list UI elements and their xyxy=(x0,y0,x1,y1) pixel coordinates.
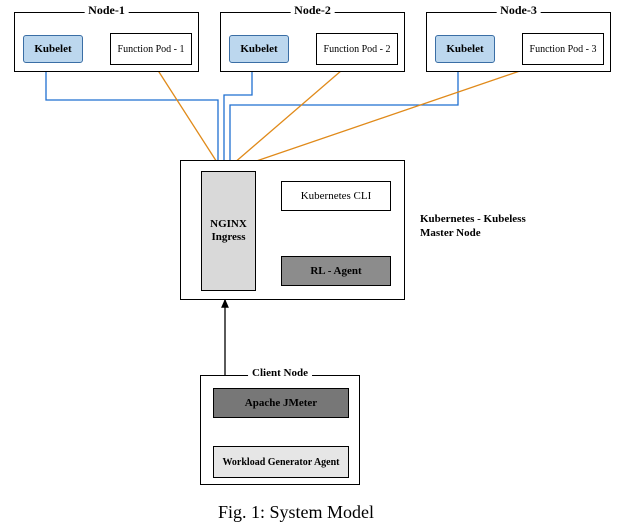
function-pod-box: Function Pod - 1 xyxy=(110,33,192,65)
client-node: Client Node Apache JMeter Workload Gener… xyxy=(200,375,360,485)
kubelet-box: Kubelet xyxy=(23,35,83,63)
function-pod-box: Function Pod - 3 xyxy=(522,33,604,65)
rl-agent: RL - Agent xyxy=(281,256,391,286)
function-pod-box: Function Pod - 2 xyxy=(316,33,398,65)
master-node: NGINX Ingress Kubernetes CLI RL - Agent xyxy=(180,160,405,300)
workload-generator-agent: Workload Generator Agent xyxy=(213,446,349,478)
nginx-ingress: NGINX Ingress xyxy=(201,171,256,291)
kubernetes-cli: Kubernetes CLI xyxy=(281,181,391,211)
node-1: Node-1 Kubelet Function Pod - 1 xyxy=(14,12,199,72)
master-node-label: Kubernetes - Kubeless Master Node xyxy=(420,212,530,241)
figure-caption: Fig. 1: System Model xyxy=(218,502,374,523)
client-title: Client Node xyxy=(248,367,312,379)
node-3: Node-3 Kubelet Function Pod - 3 xyxy=(426,12,611,72)
apache-jmeter: Apache JMeter xyxy=(213,388,349,418)
node-title: Node-3 xyxy=(496,3,541,18)
node-title: Node-1 xyxy=(84,3,129,18)
node-title: Node-2 xyxy=(290,3,335,18)
kubelet-box: Kubelet xyxy=(229,35,289,63)
kubelet-box: Kubelet xyxy=(435,35,495,63)
node-2: Node-2 Kubelet Function Pod - 2 xyxy=(220,12,405,72)
